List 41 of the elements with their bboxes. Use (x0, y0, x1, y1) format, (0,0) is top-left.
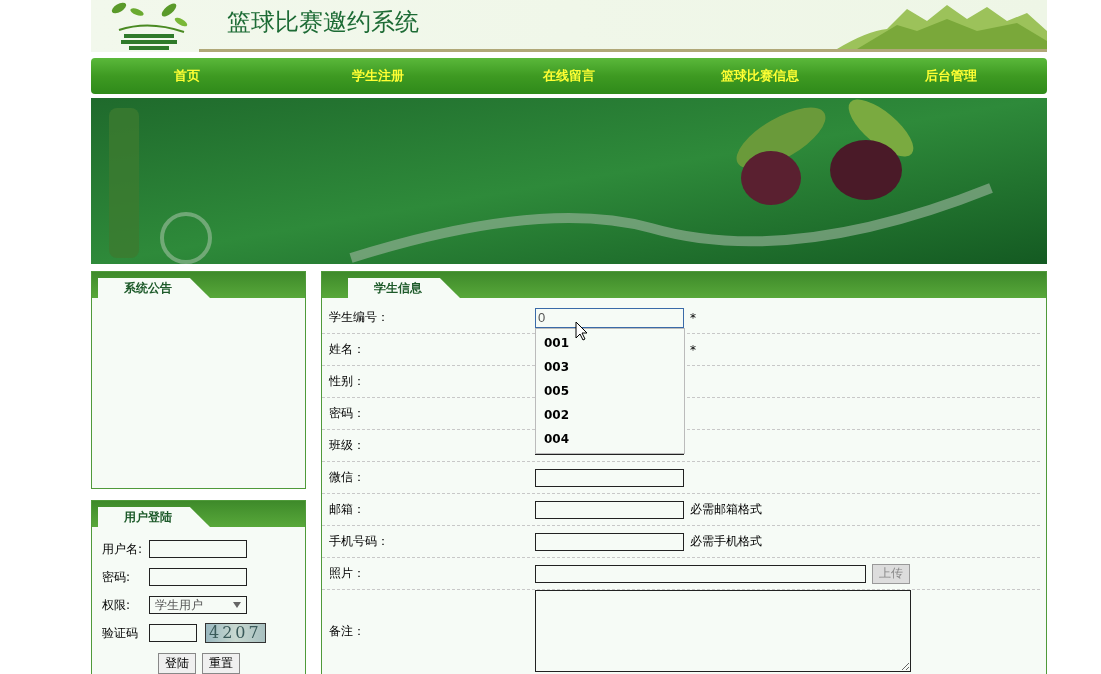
caret-icon (233, 602, 241, 608)
input-field[interactable] (535, 500, 684, 519)
required-mark: * (690, 342, 696, 357)
hint-text: 必需手机格式 (690, 533, 762, 550)
panel-title: 系统公告 (98, 278, 210, 298)
field-label: 验证码 (102, 624, 139, 642)
suggestion-item[interactable]: 001 (536, 330, 684, 355)
panel-title: 学生信息 (348, 278, 460, 298)
file-path-field[interactable] (535, 564, 866, 583)
login-button[interactable]: 登陆 (157, 653, 196, 674)
field-label: 微信： (329, 469, 366, 486)
field-label: 照片： (329, 565, 366, 582)
input-field[interactable] (535, 532, 684, 551)
site-title: 篮球比赛邀约系统 (227, 7, 419, 38)
field-label: 用户名: (102, 540, 144, 558)
panel-title: 用户登陆 (98, 507, 210, 527)
field-label: 密码: (102, 568, 132, 586)
role-select[interactable]: 学生用户 (149, 596, 247, 614)
login-button[interactable]: 重置 (201, 653, 240, 674)
input-field[interactable] (149, 568, 247, 586)
field-label: 姓名： (329, 341, 366, 358)
captcha-input[interactable] (149, 624, 197, 642)
input-field[interactable] (149, 540, 247, 558)
field-label: 学生编号： (329, 309, 390, 326)
input-field[interactable] (535, 468, 684, 487)
captcha-image: 4207 (205, 623, 266, 643)
field-label: 备注： (329, 622, 366, 640)
input-field[interactable]: 0 (535, 307, 684, 328)
hint-text: 必需邮箱格式 (690, 501, 762, 518)
remarks-field[interactable] (535, 590, 911, 672)
field-label: 手机号码： (329, 533, 390, 550)
suggestion-item[interactable]: 004 (536, 426, 684, 451)
field-label: 邮箱： (329, 501, 366, 518)
suggestion-item[interactable]: 005 (536, 378, 684, 403)
field-label: 班级： (329, 437, 366, 454)
required-mark: * (690, 310, 696, 325)
field-label: 密码： (329, 405, 366, 422)
field-label: 权限: (102, 596, 132, 614)
suggestion-item[interactable]: 002 (536, 402, 684, 427)
field-label: 性别： (329, 373, 366, 390)
suggestion-item[interactable]: 003 (536, 354, 684, 379)
